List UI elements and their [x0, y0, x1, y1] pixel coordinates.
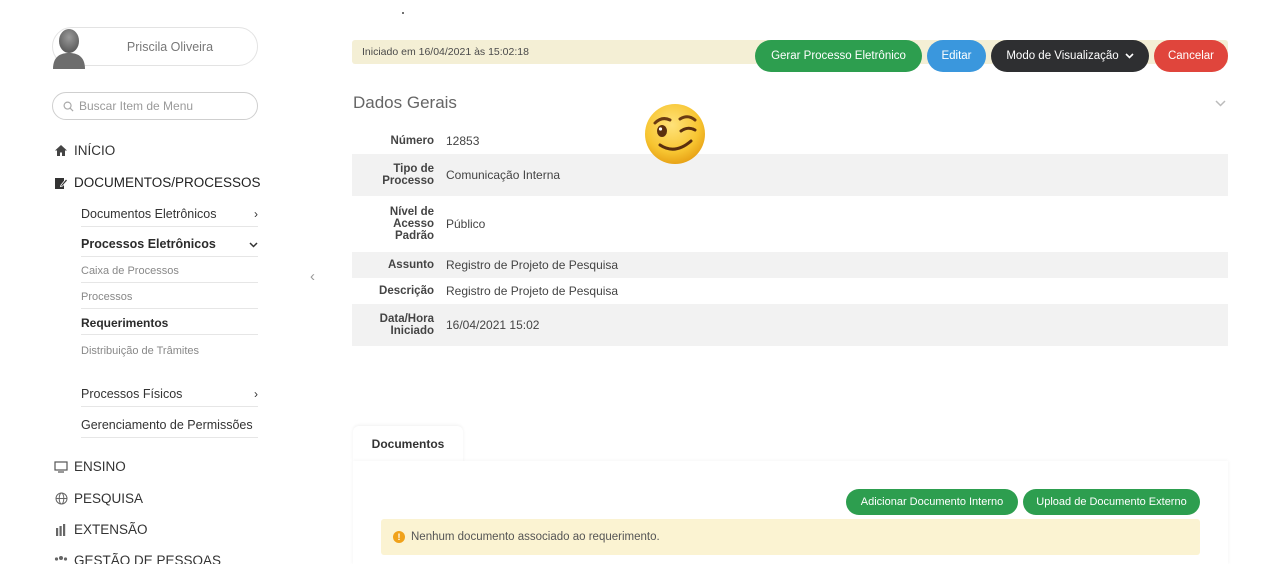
menu-inicio-label: INÍCIO — [74, 143, 116, 158]
modo-visualizacao-label: Modo de Visualização — [1006, 50, 1119, 62]
sidebar-item-caixa-de-processos[interactable]: Caixa de Processos — [81, 259, 258, 283]
sidebar-item-distribuicao-de-tramites[interactable]: Distribuição de Trâmites — [81, 339, 258, 363]
modo-visualizacao-button[interactable]: Modo de Visualização — [991, 40, 1149, 72]
menu-gestao-de-pessoas-label: GESTÃO DE PESSOAS — [74, 553, 222, 564]
gerar-processo-button[interactable]: Gerar Processo Eletrônico — [755, 40, 922, 72]
sidebar-item-processos-fisicos[interactable]: Processos Físicos › — [81, 381, 258, 407]
chevron-down-icon — [249, 237, 258, 251]
dados-gerais-table: Número 12853 Tipo de Processo Comunicaçã… — [352, 128, 1228, 346]
alert-text: Nenhum documento associado ao requerimen… — [411, 531, 660, 543]
chevron-right-icon: › — [254, 386, 258, 401]
info-label: Nível de Acesso Padrão — [389, 206, 434, 242]
sidebar-item-label: Processos Eletrônicos — [81, 236, 216, 251]
menu-extensao[interactable]: EXTENSÃO — [54, 522, 148, 537]
info-value: Comunicação Interna — [446, 168, 561, 182]
sidebar-item-gerenciamento-de-permissoes[interactable]: Gerenciamento de Permissões — [81, 412, 258, 438]
info-row: Número 12853 — [352, 128, 1228, 154]
info-icon: ! — [393, 531, 405, 543]
info-value: 12853 — [446, 134, 480, 148]
chevron-right-icon: › — [254, 206, 258, 221]
presentation-icon — [54, 460, 68, 474]
menu-documentos-processos[interactable]: DOCUMENTOS/PROCESSOS — [54, 175, 261, 190]
sidebar-item-processos-eletronicos[interactable]: Processos Eletrônicos — [81, 231, 258, 257]
users-icon — [54, 554, 68, 564]
menu-inicio[interactable]: INÍCIO — [54, 143, 115, 158]
sidebar-item-label: Caixa de Processos — [81, 264, 179, 277]
sidebar-item-label: Requerimentos — [81, 315, 169, 330]
edit-document-icon — [54, 176, 68, 190]
search-input[interactable] — [79, 99, 249, 113]
section-title: Dados Gerais — [353, 93, 457, 112]
sidebar-item-label: Processos Físicos — [81, 386, 183, 401]
chevron-down-icon[interactable] — [1215, 96, 1226, 110]
info-row: Descrição Registro de Projeto de Pesquis… — [352, 278, 1228, 304]
menu-pesquisa[interactable]: PESQUISA — [54, 491, 143, 506]
collapse-sidebar-icon[interactable]: ‹ — [310, 268, 315, 285]
sidebar-item-requerimentos[interactable]: Requerimentos — [81, 311, 258, 335]
menu-documentos-processos-label: DOCUMENTOS/PROCESSOS — [74, 175, 261, 190]
user-profile-box[interactable]: Priscila Oliveira — [52, 27, 258, 69]
globe-icon — [54, 492, 68, 506]
upload-documento-externo-button[interactable]: Upload de Documento Externo — [1023, 489, 1200, 515]
winking-face-emoji — [645, 104, 705, 164]
user-name: Priscila Oliveira — [126, 39, 214, 54]
building-icon — [54, 523, 68, 537]
avatar — [53, 29, 85, 69]
info-value: Registro de Projeto de Pesquisa — [446, 258, 619, 272]
chevron-down-icon — [1125, 53, 1134, 59]
info-value: Público — [446, 217, 486, 231]
menu-ensino-label: ENSINO — [74, 459, 126, 474]
info-label: Número — [390, 135, 434, 147]
adicionar-documento-interno-button[interactable]: Adicionar Documento Interno — [846, 489, 1018, 515]
sidebar-item-label: Distribuição de Trâmites — [81, 345, 199, 357]
tab-documentos[interactable]: Documentos — [353, 426, 463, 462]
menu-extensao-label: EXTENSÃO — [74, 522, 148, 537]
sidebar: Priscila Oliveira INÍCIO DOCUMENTOS/PROC… — [0, 0, 270, 564]
info-row: Data/Hora Iniciado 16/04/2021 15:02 — [352, 304, 1228, 346]
editar-button[interactable]: Editar — [927, 40, 986, 72]
sidebar-item-documentos-eletronicos[interactable]: Documentos Eletrônicos › — [81, 201, 258, 227]
sidebar-item-label: Processos — [81, 290, 133, 303]
info-value: 16/04/2021 15:02 — [446, 318, 540, 332]
info-label: Descrição — [379, 285, 434, 297]
menu-ensino[interactable]: ENSINO — [54, 459, 126, 474]
info-label: Assunto — [388, 259, 434, 271]
info-row: Tipo de Processo Comunicação Interna — [352, 154, 1228, 196]
info-row: Assunto Registro de Projeto de Pesquisa — [352, 252, 1228, 278]
status-text: Iniciado em 16/04/2021 às 15:02:18 — [362, 46, 529, 58]
info-label: Tipo de Processo — [382, 163, 434, 187]
search-icon — [63, 101, 74, 112]
info-row: Nível de Acesso Padrão Público — [352, 196, 1228, 252]
search-box[interactable] — [52, 92, 258, 120]
decorative-dot — [402, 12, 404, 14]
sidebar-item-label: Gerenciamento de Permissões — [81, 417, 253, 432]
info-value: Registro de Projeto de Pesquisa — [446, 284, 619, 298]
sidebar-item-processos[interactable]: Processos — [81, 285, 258, 309]
menu-pesquisa-label: PESQUISA — [74, 491, 144, 506]
sidebar-item-label: Documentos Eletrônicos — [81, 206, 217, 221]
menu-gestao-de-pessoas[interactable]: GESTÃO DE PESSOAS — [54, 553, 221, 564]
empty-documents-alert: ! Nenhum documento associado ao requerim… — [381, 519, 1200, 555]
home-icon — [54, 144, 68, 158]
info-label: Data/Hora Iniciado — [379, 313, 434, 337]
cancelar-button[interactable]: Cancelar — [1154, 40, 1228, 72]
